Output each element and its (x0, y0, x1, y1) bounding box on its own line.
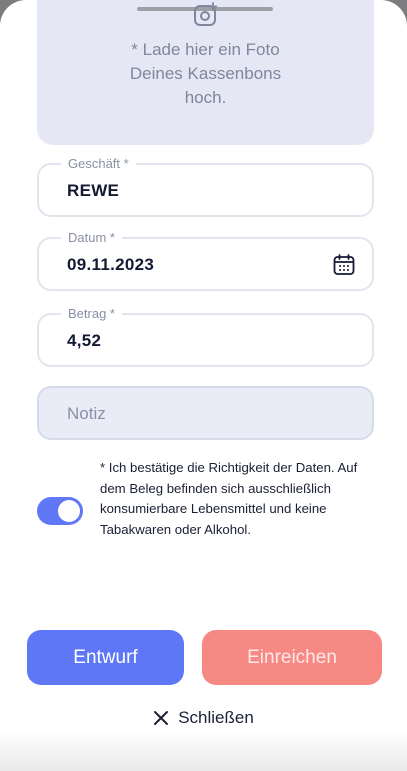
amount-field-label: Betrag * (61, 306, 122, 322)
consent-toggle[interactable] (37, 497, 83, 525)
calendar-icon[interactable] (332, 253, 356, 277)
camera-plus-icon[interactable] (193, 2, 219, 28)
amount-field-value: 4,52 (67, 331, 102, 350)
store-field-label: Geschäft * (61, 156, 136, 172)
upload-hint-text: * Lade hier ein Foto Deines Kassenbons h… (129, 40, 282, 107)
date-field-value: 09.11.2023 (67, 255, 155, 274)
bottom-fade (0, 731, 407, 771)
toggle-knob (58, 500, 80, 522)
note-placeholder: Notiz (67, 404, 106, 423)
consent-text: * Ich bestätige die Richtigkeit der Date… (100, 460, 358, 537)
date-field-label: Datum * (61, 230, 122, 246)
amount-field[interactable]: Betrag * 4,52 (37, 306, 374, 367)
store-field[interactable]: Geschäft * REWE (37, 156, 374, 217)
draft-button[interactable]: Entwurf (27, 630, 184, 685)
date-field[interactable]: Datum * 09.11.2023 (37, 230, 374, 291)
note-input[interactable]: Notiz (37, 386, 374, 440)
close-label: Schließen (178, 708, 254, 727)
store-field-value: REWE (67, 181, 120, 200)
receipt-upload-sheet: * Lade hier ein Foto Deines Kassenbons h… (0, 0, 407, 771)
close-button[interactable]: Schließen (0, 708, 407, 728)
close-icon (154, 711, 169, 725)
submit-button[interactable]: Einreichen (202, 630, 382, 685)
